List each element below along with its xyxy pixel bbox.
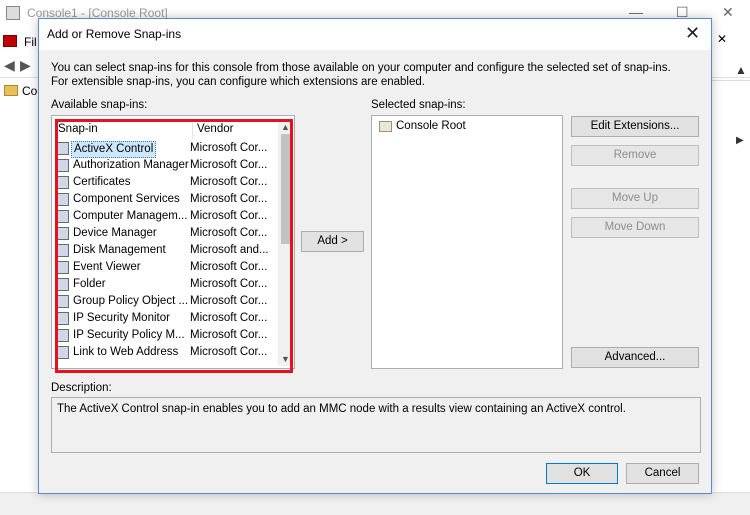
snapin-vendor: Microsoft Cor... xyxy=(190,312,268,324)
snapin-vendor: Microsoft Cor... xyxy=(190,261,268,273)
list-item[interactable]: Event Viewer Microsoft Cor... xyxy=(56,259,278,276)
group-policy-icon xyxy=(56,295,69,308)
console-tree-pane xyxy=(0,80,40,492)
move-up-button[interactable]: Move Up xyxy=(571,188,699,209)
snapin-vendor: Microsoft Cor... xyxy=(190,142,268,154)
snapin-vendor: Microsoft Cor... xyxy=(190,329,268,341)
list-item[interactable]: ActiveX Control Microsoft Cor... xyxy=(56,140,278,158)
snapin-name: Disk Management xyxy=(73,244,166,256)
status-bar xyxy=(0,492,750,515)
remove-button[interactable]: Remove xyxy=(571,145,699,166)
list-item[interactable]: Device Manager Microsoft Cor... xyxy=(56,225,278,242)
snapin-name: Component Services xyxy=(73,193,180,205)
cancel-button[interactable]: Cancel xyxy=(626,463,699,484)
snapin-name: Device Manager xyxy=(73,227,157,239)
description-box: The ActiveX Control snap-in enables you … xyxy=(51,397,701,453)
snapin-vendor: Microsoft Cor... xyxy=(190,346,268,358)
snapin-vendor: Microsoft and... xyxy=(190,244,269,256)
collapse-up-icon[interactable]: ▲ xyxy=(735,63,747,77)
scrollbar-thumb[interactable] xyxy=(281,134,290,244)
web-link-icon xyxy=(56,346,69,359)
list-item[interactable]: IP Security Monitor Microsoft Cor... xyxy=(56,310,278,327)
snapin-name: Certificates xyxy=(73,176,131,188)
list-item[interactable]: Link to Web Address Microsoft Cor... xyxy=(56,344,278,361)
snapin-vendor: Microsoft Cor... xyxy=(190,295,268,307)
dialog-instructions: You can select snap-ins for this console… xyxy=(51,62,671,88)
folder-icon xyxy=(56,278,69,291)
column-header-vendor[interactable]: Vendor xyxy=(192,123,233,139)
close-icon[interactable]: ✕ xyxy=(685,23,700,43)
dialog-titlebar: Add or Remove Snap-ins ✕ xyxy=(39,19,711,50)
snapin-name: Authorization Manager xyxy=(73,159,189,171)
edit-extensions-button[interactable]: Edit Extensions... xyxy=(571,116,699,137)
add-button[interactable]: Add > xyxy=(301,231,364,252)
snapin-name: Link to Web Address xyxy=(73,346,179,358)
advanced-button[interactable]: Advanced... xyxy=(571,347,699,368)
disk-icon xyxy=(56,244,69,257)
list-item[interactable]: Disk Management Microsoft and... xyxy=(56,242,278,259)
ip-security-icon xyxy=(56,312,69,325)
snapin-name: IP Security Policy M... xyxy=(73,329,185,341)
scroll-up-icon[interactable]: ▲ xyxy=(281,122,290,132)
forward-arrow-icon[interactable]: ▶ xyxy=(20,57,31,74)
computer-management-icon xyxy=(56,210,69,223)
back-arrow-icon[interactable]: ◀ xyxy=(4,57,15,74)
available-snapins-list[interactable]: Snap-in Vendor ActiveX Control Microsoft … xyxy=(51,115,295,369)
snapin-vendor: Microsoft Cor... xyxy=(190,193,268,205)
list-item[interactable]: Folder Microsoft Cor... xyxy=(56,276,278,293)
available-snapins-label: Available snap-ins: xyxy=(51,99,148,111)
list-item[interactable]: Certificates Microsoft Cor... xyxy=(56,174,278,191)
description-text: The ActiveX Control snap-in enables you … xyxy=(57,403,626,415)
menu-file[interactable]: Fil xyxy=(24,35,37,49)
dialog-title: Add or Remove Snap-ins xyxy=(47,27,182,41)
snapin-name: IP Security Monitor xyxy=(73,312,170,324)
component-services-icon xyxy=(56,193,69,206)
column-header-snapin[interactable]: Snap-in xyxy=(58,123,98,135)
chevron-right-icon[interactable]: ▶ xyxy=(736,135,744,146)
snapin-name: Computer Managem... xyxy=(73,210,188,222)
selected-item-console-root[interactable]: Console Root xyxy=(396,120,466,132)
list-scrollbar[interactable]: ▲ ▼ xyxy=(278,120,293,366)
snapin-name: ActiveX Control xyxy=(71,141,157,158)
list-item[interactable]: Authorization Manager Microsoft Cor... xyxy=(56,157,278,174)
actions-pane-divider xyxy=(712,80,750,81)
certificate-icon xyxy=(56,176,69,189)
close-window-icon[interactable]: ✕ xyxy=(722,4,734,21)
snapin-name: Group Policy Object ... xyxy=(73,295,189,307)
snapin-vendor: Microsoft Cor... xyxy=(190,159,268,171)
snapin-vendor: Microsoft Cor... xyxy=(190,210,268,222)
snapin-vendor: Microsoft Cor... xyxy=(190,278,268,290)
authorization-icon xyxy=(56,159,69,172)
snapin-name: Event Viewer xyxy=(73,261,141,273)
activex-icon xyxy=(56,142,69,155)
description-label: Description: xyxy=(51,382,112,394)
move-down-button[interactable]: Move Down xyxy=(571,217,699,238)
tree-item-console-root[interactable]: Co xyxy=(22,84,37,98)
ok-button[interactable]: OK xyxy=(546,463,618,484)
selected-snapins-list[interactable]: Console Root xyxy=(371,115,563,369)
ip-security-policy-icon xyxy=(56,329,69,342)
list-item[interactable]: IP Security Policy M... Microsoft Cor... xyxy=(56,327,278,344)
device-manager-icon xyxy=(56,227,69,240)
list-item[interactable]: Group Policy Object ... Microsoft Cor... xyxy=(56,293,278,310)
add-remove-snapins-dialog: Add or Remove Snap-ins ✕ You can select … xyxy=(38,18,712,494)
snapin-rows: ActiveX Control Microsoft Cor... Authoriza… xyxy=(56,140,278,368)
selected-snapins-label: Selected snap-ins: xyxy=(371,99,466,111)
snapin-vendor: Microsoft Cor... xyxy=(190,227,268,239)
snapin-vendor: Microsoft Cor... xyxy=(190,176,268,188)
list-item[interactable]: Component Services Microsoft Cor... xyxy=(56,191,278,208)
list-header: Snap-in Vendor xyxy=(56,120,276,139)
event-viewer-icon xyxy=(56,261,69,274)
mdi-close-icon[interactable]: ✕ xyxy=(717,32,727,46)
snapin-name: Folder xyxy=(73,278,106,290)
folder-icon xyxy=(4,85,18,96)
console-root-icon xyxy=(379,121,392,132)
console-menu-icon[interactable] xyxy=(3,35,17,47)
list-item[interactable]: Computer Managem... Microsoft Cor... xyxy=(56,208,278,225)
scroll-down-icon[interactable]: ▼ xyxy=(281,354,290,364)
mmc-app-icon xyxy=(6,6,20,20)
